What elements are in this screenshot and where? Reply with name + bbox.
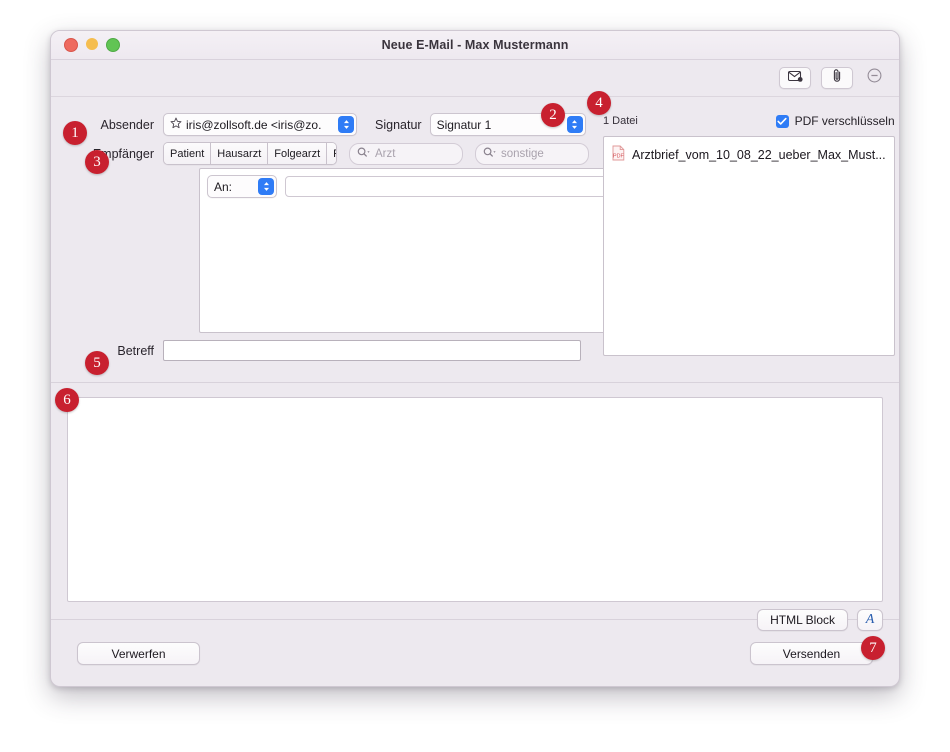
compose-header-region: 1 3 5 Absender iris@zollsoft.de <iris@zo… [51,91,899,382]
signature-label: Signatur [375,117,422,132]
sender-row: Absender iris@zollsoft.de <iris@zo... Si… [51,113,589,136]
search-doctor-input[interactable]: Arzt [349,142,463,165]
recipient-list-box[interactable]: An: [199,168,619,333]
mail-template-button[interactable] [779,67,811,89]
search-icon [483,147,497,161]
segment-folgearzt[interactable]: Folgearzt [268,143,328,164]
callout-badge-4: 4 [587,91,611,115]
window-title: Neue E-Mail - Max Mustermann [381,38,569,52]
circle-minus-icon [867,68,882,88]
sender-value: iris@zollsoft.de <iris@zo... [186,117,322,132]
window-toolbar [51,60,899,97]
recipient-type-row: Empfänger Patient Hausarzt Folgearzt Fac… [51,142,589,165]
pdf-encrypt-checkbox[interactable]: PDF verschlüsseln [775,114,895,128]
message-body-region: 6 HTML Block A [51,383,899,631]
attachment-header: 1 Datei PDF verschlüsseln [603,113,895,129]
recipient-type-segmented-control[interactable]: Patient Hausarzt Folgearzt Facharzt [163,142,337,165]
window-titlebar: Neue E-Mail - Max Mustermann [51,31,899,60]
email-compose-window: Neue E-Mail - Max Mustermann 1 3 5 Absen… [50,30,900,687]
callout-badge-3: 3 [85,150,109,174]
callout-badge-1: 1 [63,121,87,145]
attachment-file-name: Arztbrief_vom_10_08_22_ueber_Max_Must... [632,147,886,162]
recipient-address-input[interactable] [285,176,611,197]
sender-select[interactable]: iris@zollsoft.de <iris@zo... [163,113,357,136]
attach-file-button[interactable] [821,67,853,89]
recipient-entry-row: An: [200,169,618,198]
callout-badge-5: 5 [85,351,109,375]
send-button[interactable]: Versenden [750,642,873,665]
window-footer: Verwerfen Versenden 7 [51,620,899,686]
search-icon [357,147,371,161]
paperclip-icon [833,68,842,88]
search-other-input[interactable]: sonstige [475,142,589,165]
recipient-pane: 1 3 5 Absender iris@zollsoft.de <iris@zo… [51,97,619,382]
search-other-placeholder: sonstige [501,147,544,160]
search-doctor-placeholder: Arzt [375,147,396,160]
callout-badge-2: 2 [541,103,565,127]
list-item[interactable]: PDF Arztbrief_vom_10_08_22_ueber_Max_Mus… [608,143,890,166]
pdf-file-icon: PDF [612,145,625,164]
attachment-pane: 4 1 Datei PDF verschlüsseln PDF Arztbrie… [587,91,899,382]
attachment-list[interactable]: PDF Arztbrief_vom_10_08_22_ueber_Max_Mus… [603,136,895,356]
message-body-editor[interactable] [67,397,883,602]
chevron-updown-icon [566,116,583,133]
segment-patient[interactable]: Patient [164,143,212,164]
envelope-icon [787,69,803,87]
recipient-field-type-select[interactable]: An: [207,175,277,198]
pdf-encrypt-label: PDF verschlüsseln [794,114,895,128]
callout-badge-6: 6 [55,388,79,412]
checkbox-checked-icon [775,114,789,128]
more-options-button[interactable] [863,67,885,89]
chevron-updown-icon [258,178,274,195]
segment-hausarzt[interactable]: Hausarzt [211,143,269,164]
callout-badge-7: 7 [861,636,885,660]
subject-row: Betreff [51,340,581,361]
attachment-count: 1 Datei [603,115,638,127]
signature-value: Signatur 1 [436,117,492,132]
segment-facharzt[interactable]: Facharzt [327,143,336,164]
svg-text:PDF: PDF [613,153,624,159]
star-icon [170,117,182,132]
an-label: An: [214,179,233,194]
chevron-updown-icon [338,116,354,133]
discard-button[interactable]: Verwerfen [77,642,200,665]
subject-input[interactable] [163,340,581,361]
